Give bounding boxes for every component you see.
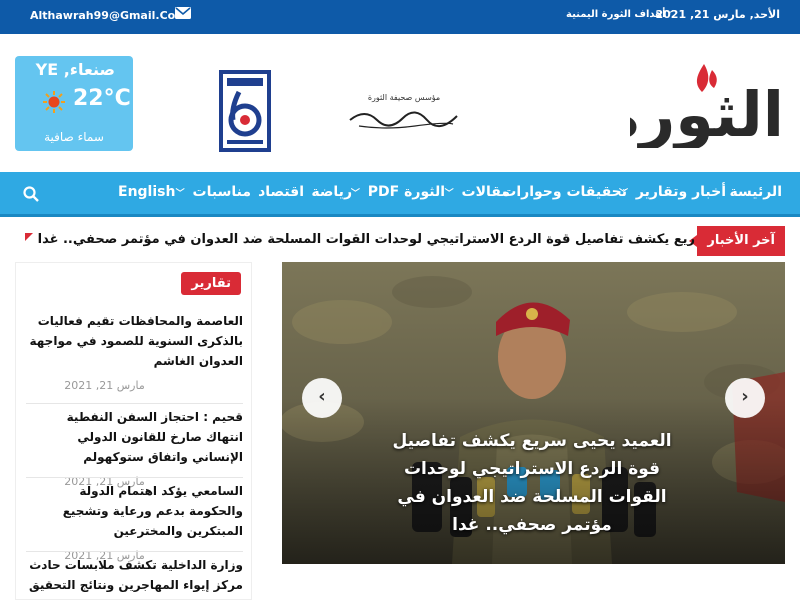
slider-next-button[interactable]: › — [725, 378, 765, 418]
nav-item-articles[interactable]: مقالات ﹀ — [445, 184, 510, 200]
list-item[interactable]: قحيم : احتجاز السفن النفطية انتهاك صارخ … — [26, 407, 243, 488]
section-tag-reports[interactable]: تقارير — [181, 272, 241, 295]
nav-item-sports[interactable]: رياضة — [311, 184, 352, 200]
current-date: الأحد, مارس 21, 2021 — [655, 8, 781, 21]
site-logo[interactable]: الثورة — [630, 58, 788, 148]
post-title[interactable]: السامعي يؤكد اهتمام الدولة والحكومة بدعم… — [26, 481, 243, 541]
chevron-down-icon: ﹀ — [350, 189, 360, 199]
main-nav: الرئيسة أخبار وتقارير ﹀ تحقيقات وحوارات … — [0, 172, 800, 217]
weather-temperature: 22°C — [73, 86, 131, 111]
divider — [26, 403, 243, 404]
breaking-news-ticker: آخر الأخبار ريع يكشف تفاصيل قوة الردع ال… — [15, 226, 785, 256]
weather-city: صنعاء, YE — [35, 60, 115, 79]
contact-email[interactable]: Althawrah99@Gmail.Com — [30, 9, 187, 22]
nav-item-pdf[interactable]: الثورة PDF ﹀ — [351, 184, 445, 200]
post-date: مارس 21, 2021 — [64, 379, 145, 392]
chevron-down-icon: ﹀ — [175, 189, 185, 199]
divider — [26, 477, 243, 478]
weather-widget: صنعاء, YE 22°C سماء صافية — [15, 56, 133, 151]
nav-item-investigations[interactable]: تحقيقات وحوارات — [502, 184, 627, 200]
chevron-right-icon: › — [741, 386, 749, 407]
nav-item-english[interactable]: English — [118, 184, 175, 200]
breaking-news-label: آخر الأخبار — [689, 226, 785, 256]
slider-prev-button[interactable]: ‹ — [302, 378, 342, 418]
nav-item-home[interactable]: الرئيسة — [730, 184, 782, 200]
list-item[interactable]: السامعي يؤكد اهتمام الدولة والحكومة بدعم… — [26, 481, 243, 562]
list-item[interactable]: العاصمة والمحافظات تقيم فعاليات بالذكرى … — [26, 311, 243, 392]
founder-signature: مؤسس صحيفة الثورة — [349, 93, 458, 129]
goals-link-label: أهداف الثورة اليمنية — [566, 9, 666, 20]
featured-slider: العميد يحيى سريع يكشف تفاصيل قوة الردع ا… — [282, 262, 785, 564]
post-title[interactable]: قحيم : احتجاز السفن النفطية انتهاك صارخ … — [26, 407, 243, 467]
nav-item-occasions[interactable]: مناسبات ﹀ — [176, 184, 251, 200]
weather-condition: سماء صافية — [44, 130, 104, 144]
list-item[interactable]: وزارة الداخلية تكشف ملابسات حادث مركز إي… — [26, 555, 243, 595]
reports-sidebar: تقارير العاصمة والمحافظات تقيم فعاليات ب… — [15, 262, 252, 600]
divider — [26, 551, 243, 552]
post-title[interactable]: العاصمة والمحافظات تقيم فعاليات بالذكرى … — [26, 311, 243, 371]
ticker-arrow-icon[interactable] — [25, 233, 33, 241]
svg-text:مؤسس صحيفة الثورة: مؤسس صحيفة الثورة — [368, 93, 440, 102]
nav-item-news-reports[interactable]: أخبار وتقارير ﹀ — [619, 184, 726, 200]
sun-icon — [43, 91, 65, 113]
nav-item-economy[interactable]: اقتصاد — [258, 184, 304, 200]
mail-icon[interactable] — [175, 7, 191, 19]
anniversary-badge-logo — [219, 70, 271, 152]
search-icon[interactable] — [23, 186, 39, 202]
post-title[interactable]: وزارة الداخلية تكشف ملابسات حادث مركز إي… — [26, 555, 243, 595]
breaking-news-headline[interactable]: ريع يكشف تفاصيل قوة الردع الاستراتيجي لو… — [38, 232, 695, 247]
top-bar: Althawrah99@Gmail.Com ﹀أهداف الثورة اليم… — [0, 0, 800, 34]
site-header: صنعاء, YE 22°C سماء صافية مؤسس صحيفة الث… — [0, 34, 800, 172]
svg-text:الثورة: الثورة — [630, 78, 784, 148]
chevron-left-icon: ‹ — [318, 386, 326, 407]
chevron-down-icon: ﹀ — [444, 189, 454, 199]
slider-caption[interactable]: العميد يحيى سريع يكشف تفاصيل قوة الردع ا… — [387, 427, 677, 539]
